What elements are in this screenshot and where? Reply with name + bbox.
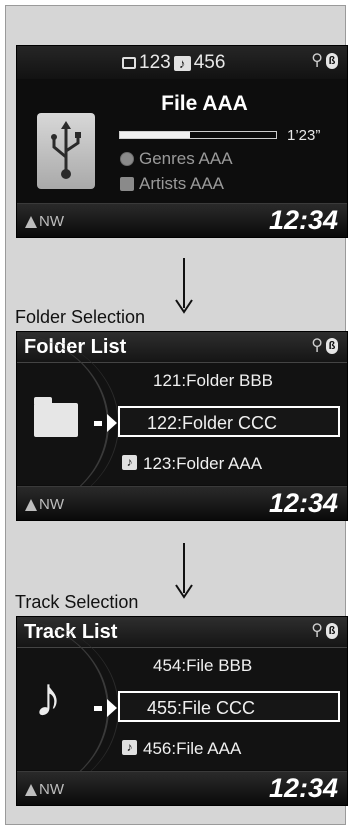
compass: NW: [25, 781, 64, 798]
compass-arrow-icon: [25, 498, 37, 511]
clock: 12:34: [268, 773, 338, 803]
track-list: ♪ 454:File BBB 455:File CCC ♪ 456:File A…: [17, 618, 347, 800]
compass-heading: NW: [39, 781, 64, 798]
compass-arrow-icon: [25, 783, 37, 796]
music-note-icon: ♪: [34, 665, 62, 728]
list-item-label: 122:Folder CCC: [147, 413, 278, 433]
artist-row: Artists AAA: [120, 174, 224, 194]
folder-list-screen: Folder List ⚲ ß 121:Folder BBB 122:Folde…: [16, 331, 348, 521]
usb-icon: ⚲: [311, 52, 323, 69]
note-icon: ♪: [173, 55, 191, 71]
artist-label: Artists AAA: [139, 174, 225, 193]
usb-icon: ⚲: [311, 337, 323, 354]
clock: 12:34: [268, 488, 338, 518]
progress-fill: [120, 132, 191, 138]
elapsed-time: 1’23”: [287, 127, 321, 144]
status-icons: ⚲ ß: [311, 53, 338, 69]
list-item-label: 123:Folder AAA: [143, 454, 263, 473]
status-footer: NW 12:34: [17, 203, 347, 237]
compass-arrow-icon: [25, 215, 37, 228]
selector-arrow-icon: [107, 699, 117, 717]
status-footer: NW 12:34: [17, 486, 347, 520]
list-item-label: 121:Folder BBB: [153, 371, 274, 390]
clock: 12:34: [268, 205, 338, 235]
status-footer: NW 12:34: [17, 771, 347, 805]
usb-source-icon: [37, 113, 95, 189]
down-arrow-icon: [175, 258, 193, 314]
bluetooth-icon: ß: [326, 338, 338, 354]
file-title: File AAA: [161, 92, 248, 115]
artist-icon: [120, 177, 134, 191]
folder-count: 123: [139, 52, 171, 73]
compass-heading: NW: [39, 213, 64, 230]
genre-row: Genres AAA: [120, 149, 233, 169]
folder-icon: [34, 397, 78, 437]
track-selection-caption: Track Selection: [15, 592, 139, 612]
compass: NW: [25, 213, 64, 230]
diagram-panel: 123 ♪ 456 ⚲ ß File AAA 1’23” Genres AAA …: [5, 5, 348, 825]
genre-icon: [120, 152, 134, 166]
note-icon: ♪: [122, 740, 137, 755]
compass: NW: [25, 496, 64, 513]
selector-dot: [94, 706, 102, 711]
folder-list: 121:Folder BBB 122:Folder CCC ♪ 123:Fold…: [17, 333, 347, 515]
now-playing-header: 123 ♪ 456 ⚲ ß: [17, 46, 347, 79]
status-icons: ⚲ ß: [311, 623, 338, 639]
folder-icon: [122, 57, 136, 69]
progress-bar: [119, 131, 277, 139]
bluetooth-icon: ß: [326, 53, 338, 69]
selector-arrow-icon: [107, 414, 117, 432]
track-counts: 123 ♪ 456: [122, 52, 225, 74]
bluetooth-icon: ß: [326, 623, 338, 639]
compass-heading: NW: [39, 496, 64, 513]
track-count: 456: [193, 52, 226, 73]
list-item-label: 454:File BBB: [153, 656, 253, 675]
list-item-label: 456:File AAA: [143, 739, 242, 758]
genre-label: Genres AAA: [139, 149, 233, 168]
folder-selection-caption: Folder Selection: [15, 307, 146, 327]
usb-icon: ⚲: [311, 622, 323, 639]
list-item-label: 455:File CCC: [147, 698, 256, 718]
status-icons: ⚲ ß: [311, 338, 338, 354]
now-playing-screen: 123 ♪ 456 ⚲ ß File AAA 1’23” Genres AAA …: [16, 45, 348, 238]
track-list-screen: Track List ⚲ ß ♪ 454:File BBB 455:File C…: [16, 616, 348, 806]
down-arrow-icon: [175, 543, 193, 599]
selector-dot: [94, 421, 102, 426]
note-icon: ♪: [122, 455, 137, 470]
